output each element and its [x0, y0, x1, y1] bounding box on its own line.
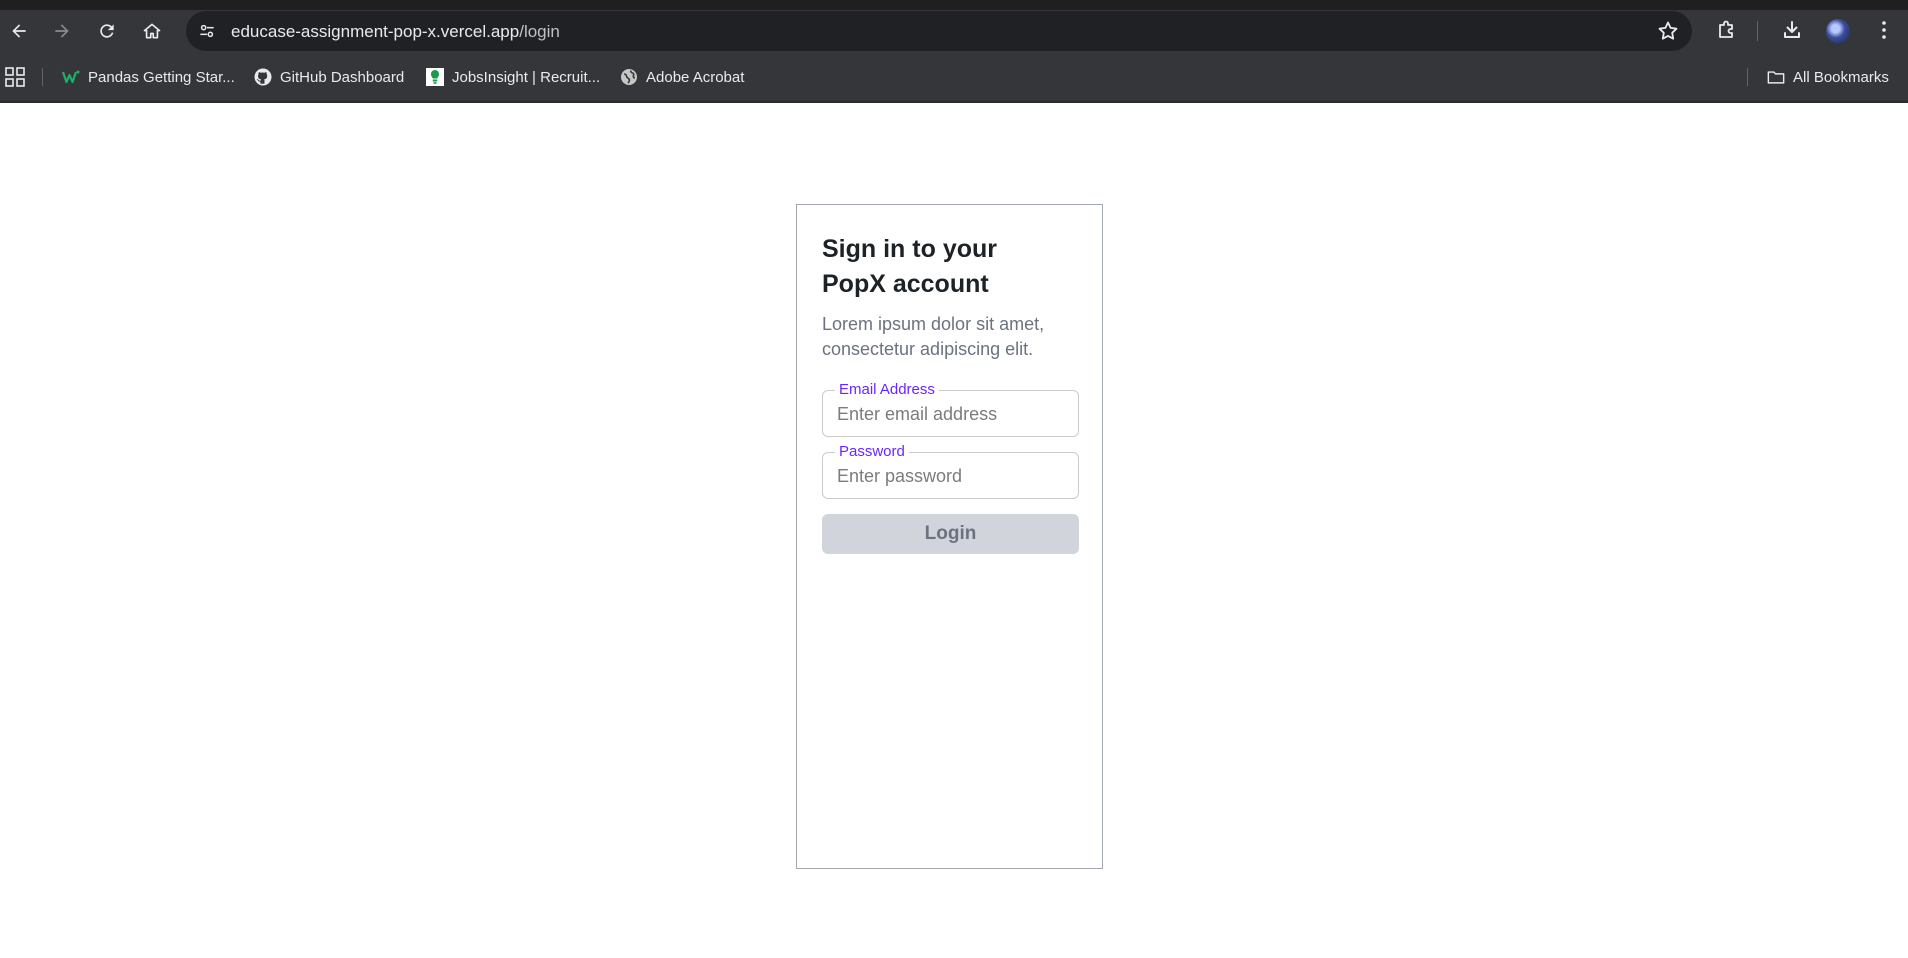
bookmark-jobsinsight[interactable]: JobsInsight | Recruit... — [426, 66, 600, 88]
address-bar[interactable]: educase-assignment-pop-x.vercel.app/logi… — [186, 11, 1692, 51]
bookmark-star-button[interactable] — [1656, 19, 1680, 43]
email-label: Email Address — [835, 381, 939, 399]
wordpress-like-icon — [62, 68, 80, 86]
github-icon — [254, 68, 272, 86]
bookmark-adobe-acrobat[interactable]: Adobe Acrobat — [620, 66, 744, 88]
puzzle-icon — [1719, 20, 1733, 38]
tab-strip — [0, 0, 1908, 10]
globe-icon — [620, 68, 638, 86]
toolbar-divider — [1757, 21, 1758, 41]
bookmark-pandas[interactable]: Pandas Getting Star... — [62, 66, 235, 88]
bookmarks-divider — [42, 68, 43, 86]
bookmark-label: Pandas Getting Star... — [88, 68, 235, 86]
apps-button[interactable] — [5, 67, 25, 87]
browser-toolbar: educase-assignment-pop-x.vercel.app/logi… — [0, 10, 1908, 52]
all-bookmarks-label: All Bookmarks — [1793, 68, 1889, 86]
url-host: educase-assignment-pop-x.vercel.app — [231, 22, 520, 41]
jobsinsight-icon — [426, 68, 444, 86]
bookmark-github-dashboard[interactable]: GitHub Dashboard — [254, 66, 404, 88]
bookmarks-divider — [1747, 68, 1748, 86]
back-button[interactable] — [6, 18, 32, 44]
arrow-left-icon — [12, 24, 26, 38]
downloads-button[interactable] — [1780, 18, 1806, 44]
password-input[interactable] — [837, 465, 1065, 487]
site-info-button[interactable] — [194, 18, 220, 44]
kebab-menu-icon — [1882, 21, 1886, 39]
folder-icon — [1767, 68, 1785, 86]
home-icon — [143, 23, 161, 39]
chrome-divider — [0, 101, 1908, 103]
arrow-right-icon — [55, 24, 69, 38]
download-icon — [1784, 21, 1800, 38]
email-input[interactable] — [837, 403, 1065, 425]
menu-button[interactable] — [1872, 18, 1892, 44]
star-icon — [1658, 21, 1678, 40]
page-title: Sign in to your PopX account — [822, 235, 997, 298]
bookmark-label: GitHub Dashboard — [280, 68, 405, 86]
home-button[interactable] — [139, 18, 165, 44]
page-subtitle: Lorem ipsum dolor sit amet, consectetur … — [822, 314, 1045, 359]
reload-icon — [100, 24, 114, 38]
password-field: Password — [822, 443, 1079, 499]
tune-icon — [200, 24, 214, 38]
password-label: Password — [835, 443, 909, 461]
forward-button[interactable] — [49, 18, 75, 44]
apps-grid-icon — [5, 67, 25, 87]
bookmark-label: JobsInsight | Recruit... — [452, 68, 601, 86]
login-card: Sign in to your PopX account Lorem ipsum… — [796, 204, 1103, 869]
bookmark-label: Adobe Acrobat — [646, 68, 745, 86]
login-button[interactable]: Login — [822, 514, 1079, 554]
email-field: Email Address — [822, 381, 1079, 437]
reload-button[interactable] — [94, 18, 120, 44]
url-path: /login — [519, 22, 560, 41]
profile-avatar[interactable] — [1826, 19, 1850, 43]
all-bookmarks-button[interactable]: All Bookmarks — [1767, 66, 1889, 88]
extensions-button[interactable] — [1715, 18, 1741, 44]
url-text[interactable]: educase-assignment-pop-x.vercel.app/logi… — [231, 22, 560, 42]
bookmarks-bar: Pandas Getting Star... GitHub Dashboard … — [0, 52, 1908, 102]
